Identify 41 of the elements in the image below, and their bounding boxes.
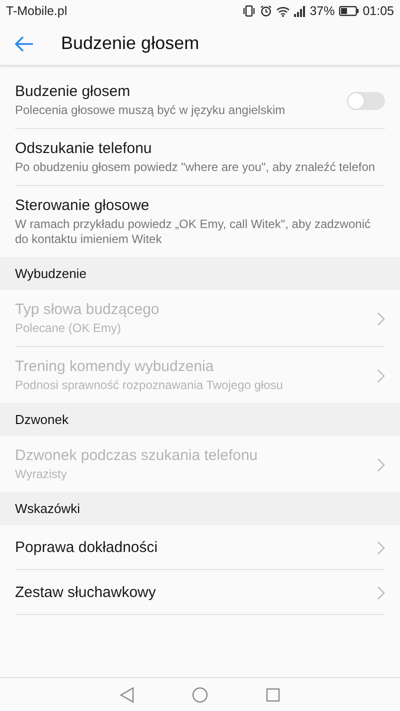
- vibrate-icon: [242, 5, 256, 17]
- section-header: Wybudzenie: [0, 257, 400, 290]
- settings-row[interactable]: Odszukanie telefonu Po obudzeniu głosem powiedz "where are you", aby znaleźć telefon: [15, 129, 385, 186]
- recents-icon[interactable]: [266, 688, 280, 702]
- row-title: Typ słowa budzącego: [15, 301, 160, 318]
- settings-row[interactable]: Sterowanie głosowe W ramach przykładu powiedz „OK Emy, call Witek", aby zadzwonić do kontaktu imieniem Witek: [15, 186, 385, 257]
- row-title: Trening komendy wybudzenia: [15, 358, 215, 375]
- page-title: Budzenie głosem: [61, 33, 200, 54]
- row-title: Dzwonek podczas szukania telefonu: [15, 447, 259, 464]
- settings-row[interactable]: Poprawa dokładności: [15, 525, 385, 570]
- carrier-name: T-Mobile.pl: [6, 4, 68, 18]
- row-title: Odszukanie telefonu: [15, 140, 153, 157]
- row-title: Sterowanie głosowe: [15, 197, 150, 214]
- row-subtitle: Polecane (OK Emy): [15, 321, 122, 336]
- battery-percent: 37%: [310, 4, 335, 18]
- row-title: Zestaw słuchawkowy: [15, 584, 157, 601]
- alarm-icon: [260, 5, 272, 17]
- chevron-right-icon: [377, 586, 385, 600]
- settings-row[interactable]: Budzenie głosem Polecenia głosowe muszą być w języku angielskim: [15, 72, 385, 129]
- chevron-right-icon: [377, 458, 385, 472]
- row-subtitle: Podnosi sprawność rozpoznawania Twojego głosu: [15, 378, 284, 393]
- section-header: Wskazówki: [0, 492, 400, 525]
- row-title: Budzenie głosem: [15, 83, 132, 100]
- row-subtitle: Wyrazisty: [15, 467, 68, 482]
- wifi-icon: [276, 6, 290, 16]
- battery-icon: [338, 6, 359, 16]
- back-arrow-icon[interactable]: [14, 36, 34, 52]
- row-subtitle: Po obudzeniu głosem powiedz "where are you", aby znaleźć telefon: [15, 160, 376, 175]
- chevron-right-icon: [377, 368, 385, 382]
- settings-row[interactable]: Zestaw słuchawkowy: [15, 570, 385, 615]
- row-subtitle: Polecenia głosowe muszą być w języku angielskim: [15, 103, 286, 118]
- clock-time: 01:05: [362, 4, 394, 18]
- row-subtitle: W ramach przykładu powiedz „OK Emy, call Witek", aby zadzwonić do kontaktu imieniem Witek: [15, 217, 372, 247]
- row-title: Poprawa dokładności: [15, 539, 159, 556]
- back-icon[interactable]: [120, 686, 134, 702]
- toggle-switch[interactable]: [347, 92, 385, 110]
- chevron-right-icon: [377, 312, 385, 326]
- signal-icon: [294, 6, 306, 16]
- section-header: Dzwonek: [0, 403, 400, 436]
- home-icon[interactable]: [192, 686, 208, 702]
- chevron-right-icon: [377, 540, 385, 554]
